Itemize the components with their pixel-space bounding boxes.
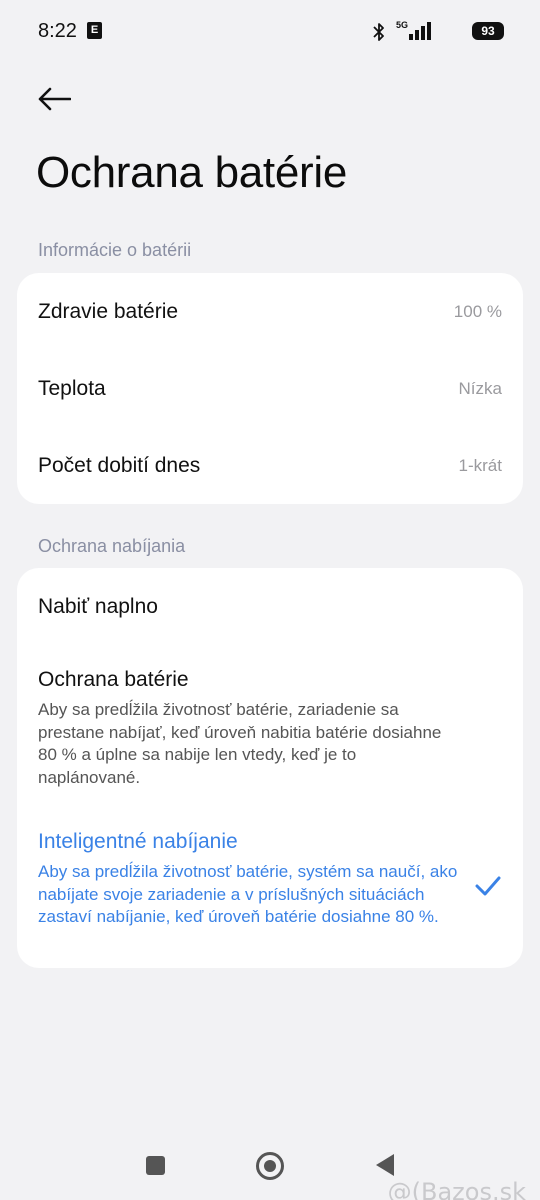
option-full-charge[interactable]: Nabiť naplno xyxy=(17,568,523,648)
recents-button[interactable] xyxy=(146,1156,165,1175)
section-header-battery-info: Informácie o batérii xyxy=(38,240,192,260)
status-icons: 5G 93 xyxy=(354,18,504,44)
home-button[interactable] xyxy=(256,1152,284,1180)
option-smart-charging[interactable]: Inteligentné nabíjanie Aby sa predĺžila … xyxy=(17,813,523,968)
signal-icon xyxy=(409,22,431,40)
row-temperature: Teplota Nízka xyxy=(38,374,502,404)
row-value: 1-krát xyxy=(458,456,502,475)
check-icon xyxy=(475,876,501,896)
network-label: 5G xyxy=(395,20,408,30)
status-time: 8:22 xyxy=(38,20,77,42)
row-charges-today: Počet dobití dnes 1-krát xyxy=(38,451,502,481)
row-value: 100 % xyxy=(453,302,502,321)
home-dot-icon xyxy=(264,1160,276,1172)
status-bar: 8:22 E 5G 93 xyxy=(0,0,540,62)
row-value: Nízka xyxy=(458,379,502,398)
bluetooth-icon xyxy=(373,23,384,41)
watermark: @(Bazos.sk xyxy=(387,1178,526,1200)
notification-icon: E xyxy=(87,22,102,39)
option-title: Ochrana batérie xyxy=(38,668,189,691)
battery-info-card: Zdravie batérie 100 % Teplota Nízka Poče… xyxy=(17,273,523,504)
battery-icon: 93 xyxy=(472,22,504,40)
nav-back-button[interactable] xyxy=(376,1154,394,1176)
option-title: Inteligentné nabíjanie xyxy=(38,830,238,853)
row-label: Počet dobití dnes xyxy=(38,454,201,477)
option-description: Aby sa predĺžila životnosť batérie, syst… xyxy=(38,862,458,926)
page-title: Ochrana batérie xyxy=(36,148,348,197)
option-battery-protection[interactable]: Ochrana batérie Aby sa predĺžila životno… xyxy=(17,648,523,813)
option-title: Nabiť naplno xyxy=(38,595,158,618)
option-description: Aby sa predĺžila životnosť batérie, zari… xyxy=(38,700,442,787)
charging-options-card: Nabiť naplno Ochrana batérie Aby sa pred… xyxy=(17,568,523,968)
section-header-charging-protection: Ochrana nabíjania xyxy=(38,536,186,556)
back-button[interactable] xyxy=(36,84,72,114)
row-label: Zdravie batérie xyxy=(38,300,179,323)
row-label: Teplota xyxy=(38,377,106,400)
arrow-left-icon xyxy=(38,87,71,111)
row-battery-health: Zdravie batérie 100 % xyxy=(38,297,502,327)
